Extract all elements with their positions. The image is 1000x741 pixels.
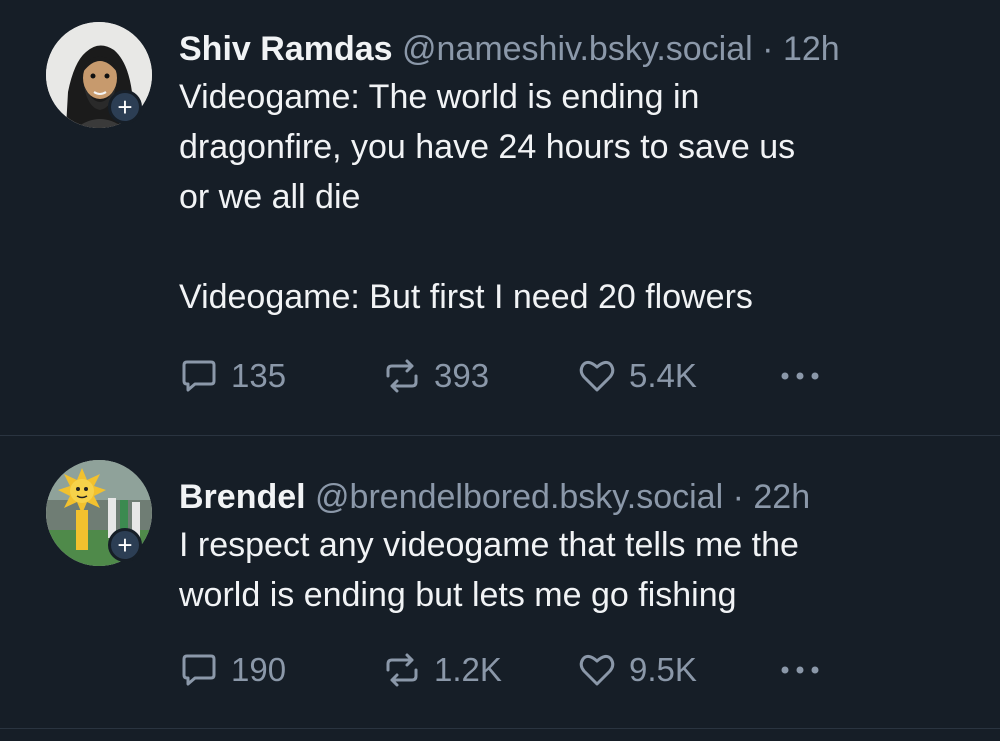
avatar-container: + <box>46 460 152 566</box>
more-icon <box>781 666 819 674</box>
heart-icon <box>579 360 615 392</box>
reply-button[interactable]: 190 <box>179 648 286 692</box>
follow-plus-icon[interactable]: + <box>108 90 142 124</box>
like-button[interactable]: 5.4K <box>577 354 697 398</box>
repost-button[interactable]: 393 <box>382 354 489 398</box>
post-content: Brendel @brendelbored.bsky.social · 22h … <box>179 474 960 620</box>
post-actions: 190 1.2K 9.5K <box>179 648 959 692</box>
post-divider <box>0 728 1000 729</box>
repost-icon <box>386 359 418 393</box>
post-header: Shiv Ramdas @nameshiv.bsky.social · 12h <box>179 26 960 72</box>
repost-count: 393 <box>434 357 490 394</box>
like-count: 9.5K <box>629 651 697 688</box>
separator-dot: · <box>762 30 774 68</box>
post[interactable]: + Brendel @brendelbored.bsky.social · 22… <box>0 436 1000 728</box>
more-options-button[interactable] <box>777 354 823 398</box>
post-content: Shiv Ramdas @nameshiv.bsky.social · 12h … <box>179 26 960 322</box>
post-actions: 135 393 5.4K <box>179 354 959 398</box>
follow-plus-icon[interactable]: + <box>108 528 142 562</box>
post-header: Brendel @brendelbored.bsky.social · 22h <box>179 474 960 520</box>
reply-button[interactable]: 135 <box>179 354 286 398</box>
author-handle[interactable]: @nameshiv.bsky.social <box>402 30 753 68</box>
repost-count: 1.2K <box>434 651 502 688</box>
repost-button[interactable]: 1.2K <box>382 648 502 692</box>
feed: + Shiv Ramdas @nameshiv.bsky.social · 12… <box>0 0 1000 741</box>
post-text: I respect any videogame that tells me th… <box>179 526 799 614</box>
author-handle[interactable]: @brendelbored.bsky.social <box>315 478 723 516</box>
reply-icon <box>182 360 216 392</box>
post-time[interactable]: 12h <box>783 30 840 68</box>
reply-icon <box>182 654 216 686</box>
post[interactable]: + Shiv Ramdas @nameshiv.bsky.social · 12… <box>0 0 1000 435</box>
repost-icon <box>386 653 418 687</box>
like-button[interactable]: 9.5K <box>577 648 697 692</box>
post-time[interactable]: 22h <box>753 478 810 516</box>
more-icon <box>781 372 819 380</box>
heart-icon <box>579 654 615 686</box>
author-name[interactable]: Shiv Ramdas <box>179 30 393 68</box>
post-text: Videogame: The world is ending in dragon… <box>179 78 796 316</box>
reply-count: 190 <box>231 651 287 688</box>
reply-count: 135 <box>231 357 287 394</box>
author-name[interactable]: Brendel <box>179 478 306 516</box>
avatar-container: + <box>46 22 152 128</box>
more-options-button[interactable] <box>777 648 823 692</box>
separator-dot: · <box>732 478 744 516</box>
like-count: 5.4K <box>629 357 697 394</box>
